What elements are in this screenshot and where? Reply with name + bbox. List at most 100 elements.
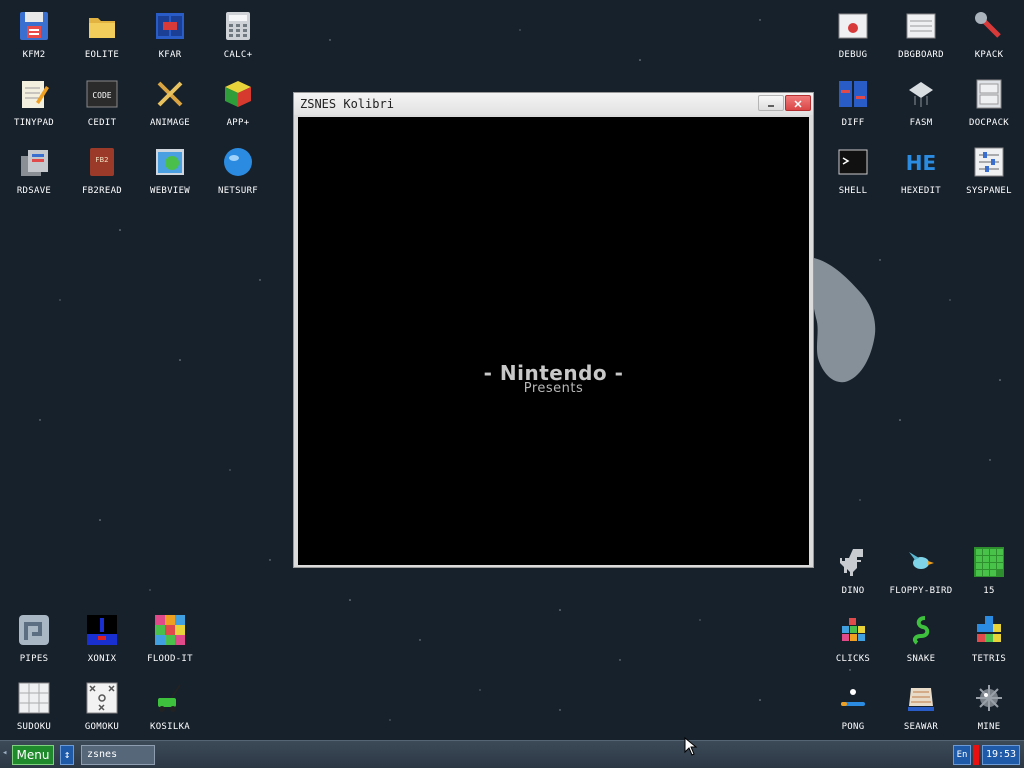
desktop-icon-debug[interactable]: DEBUG xyxy=(819,2,887,68)
mouse-cursor-icon xyxy=(684,737,698,756)
minimize-button[interactable] xyxy=(758,95,784,111)
taskbar-left-arrow-icon[interactable]: ◂ xyxy=(2,748,7,758)
save-disk-icon xyxy=(21,150,48,176)
xonix-icon xyxy=(87,615,117,645)
cedit-icon-text: CODE xyxy=(92,91,111,100)
menu-button[interactable]: Menu xyxy=(12,745,54,765)
paint-tools-icon xyxy=(157,81,183,107)
task-scroll-button[interactable]: ↕ xyxy=(60,745,74,765)
calculator-icon xyxy=(226,12,250,40)
desktop-icon-dino[interactable]: DINO xyxy=(819,538,887,604)
emulator-text-line2: Presents xyxy=(523,381,584,396)
code-editor-icon: CODE xyxy=(86,80,118,108)
cabinet-icon xyxy=(976,79,1002,109)
icon-label: PONG xyxy=(841,722,865,732)
icon-label: EOLITE xyxy=(84,50,120,60)
desktop-icon-mine[interactable]: MINE xyxy=(955,674,1023,740)
icon-label: SHELL xyxy=(838,186,868,196)
icon-label: CALC+ xyxy=(223,50,253,60)
emulator-screen[interactable]: - Nintendo - Presents xyxy=(298,117,809,565)
color-grid-icon xyxy=(155,615,185,645)
status-indicator xyxy=(973,745,979,765)
icon-label: PIPES xyxy=(19,654,49,664)
desktop-icon-kfar[interactable]: KFAR xyxy=(136,2,204,68)
floppy-disk-icon xyxy=(20,12,48,40)
desktop-icon-sudoku[interactable]: SUDOKU xyxy=(0,674,68,740)
desktop-icon-floppy-bird[interactable]: FLOPPY-BIRD xyxy=(887,538,955,604)
minimize-icon xyxy=(768,105,774,107)
desktop-icon-gomoku[interactable]: GOMOKU xyxy=(68,674,136,740)
desktop-icon-diff[interactable]: DIFF xyxy=(819,70,887,136)
desktop-icon-tinypad[interactable]: TINYPAD xyxy=(0,70,68,136)
terminal-icon xyxy=(838,149,868,175)
web-page-icon xyxy=(156,149,184,175)
close-button[interactable] xyxy=(785,95,811,111)
lawn-mower-icon xyxy=(158,684,181,712)
icon-label: XONIX xyxy=(87,654,117,664)
desktop-icon-animage[interactable]: ANIMAGE xyxy=(136,70,204,136)
icon-label: KOSILKA xyxy=(149,722,191,732)
taskbar-item-zsnes[interactable]: zsnes xyxy=(81,745,155,765)
desktop-icon-netsurf[interactable]: NETSURF xyxy=(204,138,272,204)
battleship-icon xyxy=(908,688,934,711)
icon-label: APP+ xyxy=(226,118,250,128)
wrench-icon xyxy=(975,12,1001,38)
desktop-icon-fb2read[interactable]: FB2 FB2READ xyxy=(68,138,136,204)
desktop-icon-app-plus[interactable]: APP+ xyxy=(204,70,272,136)
clock[interactable]: 19:53 xyxy=(982,745,1020,765)
desktop-icon-seawar[interactable]: SEAWAR xyxy=(887,674,955,740)
icon-label: CEDIT xyxy=(87,118,117,128)
hexedit-icon-text: HE xyxy=(906,151,936,175)
desktop-icon-syspanel[interactable]: SYSPANEL xyxy=(955,138,1023,204)
icon-label: KFM2 xyxy=(22,50,46,60)
tetris-blocks-icon xyxy=(977,616,1001,642)
taskbar: ◂ Menu ↕ zsnes En 19:53 xyxy=(0,740,1024,768)
icon-label: DIFF xyxy=(841,118,865,128)
desktop-icon-cedit[interactable]: CODE CEDIT xyxy=(68,70,136,136)
desktop-icon-flood-it[interactable]: FLOOD-IT xyxy=(136,606,204,672)
sliders-icon xyxy=(974,147,1004,177)
zsnes-window[interactable]: ZSNES Kolibri - Nintendo - Presents xyxy=(293,92,814,568)
desktop-icon-calc[interactable]: CALC+ xyxy=(204,2,272,68)
desktop-icon-rdsave[interactable]: RDSAVE xyxy=(0,138,68,204)
icon-label: FB2READ xyxy=(81,186,123,196)
desktop-icon-kpack[interactable]: KPACK xyxy=(955,2,1023,68)
icon-label: SNAKE xyxy=(906,654,936,664)
desktop-icon-fasm[interactable]: FASM xyxy=(887,70,955,136)
desktop-icon-15[interactable]: 15 xyxy=(955,538,1023,604)
notepad-icon xyxy=(22,81,49,108)
desktop-icon-hexedit[interactable]: HE HEXEDIT xyxy=(887,138,955,204)
desktop-icon-clicks[interactable]: CLICKS xyxy=(819,606,887,672)
mine-icon xyxy=(976,685,1002,711)
bug-window-icon xyxy=(838,13,868,39)
desktop-icon-shell[interactable]: SHELL xyxy=(819,138,887,204)
icon-label: DBGBOARD xyxy=(898,50,944,60)
desktop-icon-pipes[interactable]: PIPES xyxy=(0,606,68,672)
hex-editor-icon: HE xyxy=(906,151,936,175)
icon-label: WEBVIEW xyxy=(149,186,191,196)
desktop-icon-dbgboard[interactable]: DBGBOARD xyxy=(887,2,955,68)
fb2read-icon-text: FB2 xyxy=(95,156,108,164)
keyboard-layout-indicator[interactable]: En xyxy=(953,745,971,765)
window-titlebar[interactable]: ZSNES Kolibri xyxy=(294,93,813,115)
bird-icon xyxy=(909,552,934,569)
desktop-icon-webview[interactable]: WEBVIEW xyxy=(136,138,204,204)
icon-label: ANIMAGE xyxy=(149,118,191,128)
desktop-icon-xonix[interactable]: XONIX xyxy=(68,606,136,672)
text-window-icon xyxy=(906,13,936,39)
globe-icon xyxy=(224,148,252,176)
icon-label: TETRIS xyxy=(971,654,1007,664)
desktop-icon-snake[interactable]: SNAKE xyxy=(887,606,955,672)
icon-label: 15 xyxy=(983,586,995,596)
snake-icon xyxy=(912,616,930,645)
icon-label: HEXEDIT xyxy=(900,186,942,196)
file-manager-icon xyxy=(156,13,184,39)
desktop-icon-eolite[interactable]: EOLITE xyxy=(68,2,136,68)
desktop-icon-pong[interactable]: PONG xyxy=(819,674,887,740)
folder-icon xyxy=(89,18,115,38)
desktop-icon-kosilka[interactable]: KOSILKA xyxy=(136,674,204,740)
desktop-icon-docpack[interactable]: DOCPACK xyxy=(955,70,1023,136)
desktop-icon-tetris[interactable]: TETRIS xyxy=(955,606,1023,672)
icon-label: GOMOKU xyxy=(84,722,120,732)
desktop-icon-kfm2[interactable]: KFM2 xyxy=(0,2,68,68)
